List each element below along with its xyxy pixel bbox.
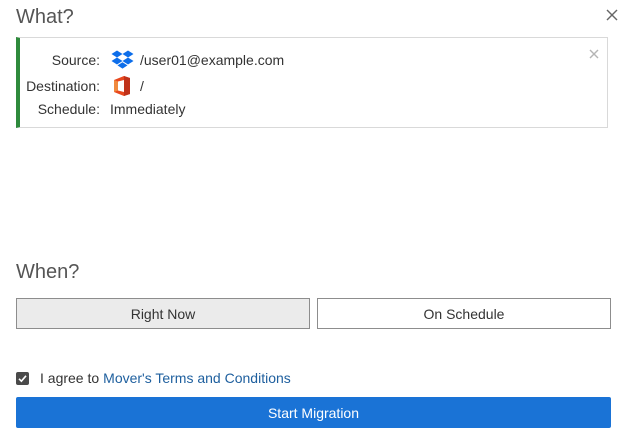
destination-row: Destination: /	[20, 75, 144, 97]
dropbox-icon	[110, 49, 136, 71]
on-schedule-button[interactable]: On Schedule	[317, 298, 611, 329]
schedule-row: Schedule: Immediately	[20, 98, 186, 120]
terms-checkbox[interactable]	[16, 371, 29, 385]
terms-agreement: I agree to Mover's Terms and Conditions	[16, 369, 291, 387]
source-path: /user01@example.com	[140, 52, 285, 68]
right-now-button[interactable]: Right Now	[16, 298, 310, 329]
terms-text: I agree to	[40, 370, 100, 386]
when-heading: When?	[16, 261, 80, 283]
source-label: Source:	[51, 52, 100, 68]
remove-item-icon[interactable]	[587, 47, 601, 61]
schedule-label: Schedule:	[37, 101, 100, 117]
dialog-close-icon[interactable]	[602, 5, 622, 25]
destination-path: /	[140, 78, 144, 94]
schedule-value: Immediately	[110, 101, 186, 117]
office-365-icon	[110, 75, 136, 97]
migration-summary-card: Source: /user01@example.com Destination:	[16, 37, 608, 128]
what-heading: What?	[16, 6, 74, 28]
destination-label: Destination:	[26, 78, 100, 94]
start-migration-button[interactable]: Start Migration	[16, 397, 611, 428]
terms-link[interactable]: Mover's Terms and Conditions	[103, 370, 291, 386]
source-row: Source: /user01@example.com	[20, 49, 284, 71]
